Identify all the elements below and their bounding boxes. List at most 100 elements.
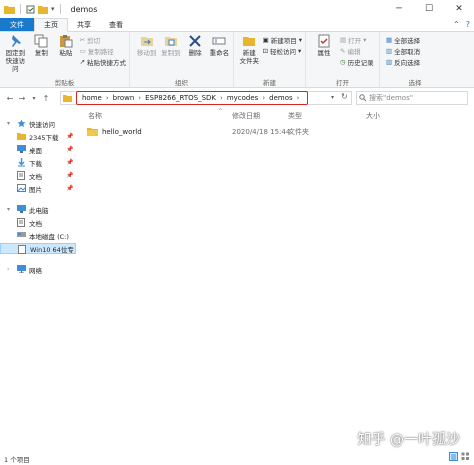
- properties-icon: [318, 34, 330, 48]
- chevron-right-icon[interactable]: ›: [297, 94, 300, 102]
- column-header-type[interactable]: 类型: [288, 110, 302, 122]
- chevron-right-icon[interactable]: ›: [220, 94, 223, 102]
- invert-selection-button[interactable]: ▧ 反向选择: [386, 57, 421, 67]
- large-icons-view-icon[interactable]: [461, 452, 470, 461]
- pin-icon: 📌: [66, 159, 74, 166]
- open-button[interactable]: ▤ 打开 ▾: [340, 35, 374, 45]
- pin-icon: 📌: [66, 146, 74, 153]
- pin-icon: 📌: [66, 133, 74, 140]
- quick-access-dropdown-icon[interactable]: ▾: [51, 5, 55, 13]
- nav-this-pc-label: 此电脑: [29, 206, 49, 215]
- chevron-down-icon: ▾: [298, 46, 302, 55]
- paste-shortcut-button[interactable]: ↗ 粘贴快捷方式: [80, 57, 126, 67]
- maximize-button[interactable]: ☐: [414, 0, 444, 18]
- file-type: 文件夹: [288, 128, 309, 136]
- easy-access-button[interactable]: ⊡ 轻松访问 ▾: [263, 46, 302, 56]
- copy-path-button[interactable]: ▭ 复制路径: [80, 46, 126, 56]
- column-header-date[interactable]: 修改日期: [232, 110, 260, 122]
- breadcrumb-demos[interactable]: demos: [269, 94, 293, 102]
- copy-label: 复制: [34, 49, 48, 57]
- breadcrumb-esp8266-rtos-sdk[interactable]: ESP8266_RTOS_SDK: [145, 94, 216, 102]
- invert-selection-icon: ▧: [386, 57, 393, 66]
- select-none-button[interactable]: ▥ 全部取消: [386, 46, 420, 56]
- tab-home[interactable]: 主页: [34, 18, 68, 32]
- folder-icon: [87, 128, 98, 136]
- picture-icon: [17, 184, 26, 192]
- refresh-icon[interactable]: ↻: [341, 92, 348, 101]
- forward-arrow-icon[interactable]: →: [16, 94, 28, 103]
- column-header-size[interactable]: 大小: [366, 110, 380, 122]
- history-button[interactable]: ◷ 历史记录: [340, 57, 374, 67]
- chevron-down-icon[interactable]: ▾: [7, 120, 10, 127]
- back-arrow-icon[interactable]: ←: [4, 94, 16, 103]
- close-button[interactable]: ✕: [444, 0, 474, 18]
- nav-local-disk[interactable]: 本地磁盘 (C:): [0, 230, 76, 241]
- document-icon: [18, 245, 26, 254]
- edit-label: 编辑: [347, 47, 361, 56]
- tab-share[interactable]: 共享: [68, 18, 100, 31]
- chevron-right-icon[interactable]: ›: [106, 94, 109, 102]
- chevron-right-icon[interactable]: ›: [262, 94, 265, 102]
- minimize-button[interactable]: ─: [384, 0, 414, 18]
- breadcrumb-home[interactable]: home: [82, 94, 102, 102]
- breadcrumb-mycodes[interactable]: mycodes: [227, 94, 259, 102]
- nav-pictures[interactable]: 图片 📌: [0, 183, 76, 194]
- select-group-label: 选择: [408, 79, 422, 87]
- document-icon: [17, 218, 25, 227]
- breadcrumb-brown[interactable]: brown: [113, 94, 135, 102]
- invert-selection-label: 反向选择: [394, 58, 421, 67]
- file-list: ^ 名称 修改日期 类型 大小 hello_world 2020/4/18 15…: [80, 108, 474, 447]
- edit-button[interactable]: ✎ 编辑: [340, 46, 374, 56]
- column-header-name[interactable]: 名称: [88, 110, 102, 122]
- desktop-icon: [17, 145, 26, 153]
- new-group: 新建 文件夹 ▣ 新建项目 ▾ ⊡ 轻松访问 ▾ 新建: [234, 32, 306, 88]
- nav-pc-documents-label: 文档: [29, 219, 42, 228]
- details-view-icon[interactable]: [449, 452, 458, 461]
- tab-file[interactable]: 文件: [0, 18, 34, 31]
- paste-label: 粘贴: [59, 49, 73, 57]
- new-item-icon: ▣: [262, 35, 269, 44]
- address-dropdown-icon[interactable]: ▾: [331, 94, 334, 101]
- cut-button[interactable]: ✂ 剪切: [80, 35, 126, 45]
- window-title: demos: [70, 4, 98, 14]
- copy-icon: [34, 34, 48, 48]
- address-folder-icon: [63, 95, 72, 102]
- nav-this-pc[interactable]: ▾ 此电脑: [0, 204, 76, 215]
- nav-pictures-label: 图片: [29, 185, 42, 194]
- nav-win10[interactable]: Win10 64位专: [0, 243, 76, 254]
- download-folder-icon: [17, 133, 26, 140]
- clipboard-group-label: 剪贴板: [54, 79, 75, 87]
- nav-desktop[interactable]: 桌面 📌: [0, 144, 76, 155]
- search-box[interactable]: 搜索"demos": [356, 91, 468, 105]
- new-folder-quick-icon[interactable]: [38, 5, 48, 14]
- chevron-down-icon[interactable]: ▾: [7, 206, 10, 213]
- up-arrow-icon[interactable]: ↑: [40, 94, 52, 103]
- document-icon: [17, 171, 25, 180]
- nav-quick-access[interactable]: ▾ 快速访问: [0, 118, 76, 129]
- nav-documents[interactable]: 文档 📌: [0, 170, 76, 181]
- open-group-label: 打开: [336, 79, 349, 87]
- new-item-label: 新建项目: [270, 36, 297, 45]
- nav-network[interactable]: › 网络: [0, 264, 76, 275]
- nav-2345-downloads[interactable]: 2345下载 📌: [0, 131, 76, 142]
- navigation-pane: ▾ 快速访问 2345下载 📌 桌面 📌 下载 📌 文档 📌 图片 📌 ▾ 此电…: [0, 112, 76, 447]
- help-icon[interactable]: ?: [466, 20, 470, 29]
- table-row[interactable]: hello_world 2020/4/18 15:44 文件夹: [80, 126, 474, 138]
- new-item-button[interactable]: ▣ 新建项目 ▾: [262, 35, 302, 45]
- nav-downloads[interactable]: 下载 📌: [0, 157, 76, 168]
- file-name[interactable]: hello_world: [102, 126, 142, 138]
- properties-quick-icon[interactable]: [26, 5, 35, 14]
- chevron-right-icon[interactable]: ›: [7, 266, 9, 273]
- select-all-button[interactable]: ▦ 全部选择: [386, 35, 420, 45]
- search-icon: [359, 94, 367, 102]
- chevron-down-icon: ▾: [298, 35, 302, 44]
- tab-view[interactable]: 查看: [100, 18, 132, 31]
- recent-dropdown-icon[interactable]: ▾: [28, 95, 40, 102]
- chevron-right-icon[interactable]: ›: [138, 94, 141, 102]
- nav-pc-documents[interactable]: 文档: [0, 217, 76, 228]
- easy-access-label: 轻松访问: [270, 47, 297, 56]
- clipboard-group: 固定到 快速访问 复制 粘贴 ✂ 剪切 ▭ 复制路径 ↗ 粘贴快捷方式 剪贴板: [0, 32, 130, 88]
- address-bar[interactable]: home › brown › ESP8266_RTOS_SDK › mycode…: [76, 91, 308, 105]
- move-to-icon: [140, 37, 153, 46]
- collapse-ribbon-icon[interactable]: ⌃: [453, 20, 460, 29]
